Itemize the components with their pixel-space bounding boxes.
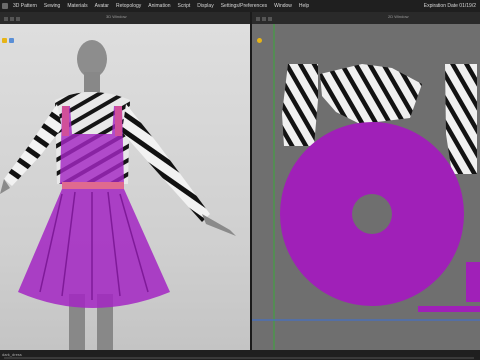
- 3d-tool-icon[interactable]: [4, 17, 8, 21]
- menu-help[interactable]: Help: [296, 3, 313, 9]
- menu-retopology[interactable]: Retopology: [113, 3, 145, 9]
- menu-avatar[interactable]: Avatar: [92, 3, 113, 9]
- 2d-viewport[interactable]: [252, 24, 480, 350]
- hand-right: [202, 214, 236, 236]
- dress-strap-right: [115, 106, 122, 136]
- 2d-tool-icon[interactable]: [262, 17, 266, 21]
- dress-strap-left: [62, 106, 69, 136]
- expiration-label: Expiration Date 01/19/2: [423, 3, 476, 9]
- pattern-strap[interactable]: [418, 306, 480, 312]
- bulb-icon[interactable]: [2, 38, 7, 43]
- timeline-track[interactable]: [4, 357, 474, 359]
- pattern-waistband[interactable]: [466, 262, 480, 302]
- menu-animation[interactable]: Animation: [145, 3, 174, 9]
- waistband: [62, 182, 124, 189]
- pattern-canvas: [252, 24, 480, 350]
- 3d-viewport[interactable]: [0, 24, 250, 350]
- menu-materials[interactable]: Materials: [64, 3, 91, 9]
- avatar-scene: [0, 40, 236, 350]
- menu-display[interactable]: Display: [194, 3, 217, 9]
- menu-settings[interactable]: Settings/Preferences: [218, 3, 271, 9]
- sleeve-left: [4, 104, 62, 186]
- sleeve-right: [122, 104, 210, 222]
- menu-bar: 3D Pattern Sewing Materials Avatar Retop…: [0, 0, 480, 12]
- 3d-tool-icon[interactable]: [16, 17, 20, 21]
- 3d-window-title: 3D Window: [106, 14, 127, 19]
- 2d-toolbar: [252, 12, 480, 24]
- menu-window[interactable]: Window: [271, 3, 296, 9]
- status-bar: dark_dress: [0, 350, 480, 360]
- pattern-top-back[interactable]: [320, 64, 422, 124]
- pattern-sleeve-right[interactable]: [445, 64, 477, 174]
- menu-3d-pattern[interactable]: 3D Pattern: [10, 3, 41, 9]
- 2d-tool-icon[interactable]: [268, 17, 272, 21]
- pattern-sleeve-left[interactable]: [282, 64, 318, 146]
- 2d-window-title: 2D Window: [388, 14, 409, 19]
- avatar-neck: [84, 72, 100, 92]
- pattern-skirt-waist-hole: [352, 194, 392, 234]
- menu-script[interactable]: Script: [175, 3, 195, 9]
- menu-sewing[interactable]: Sewing: [41, 3, 64, 9]
- app-logo-icon[interactable]: [2, 3, 8, 9]
- 3d-tool-icon[interactable]: [10, 17, 14, 21]
- 2d-tool-icon[interactable]: [256, 17, 260, 21]
- display-mode-icon[interactable]: [9, 38, 14, 43]
- bulb-icon[interactable]: [257, 38, 262, 43]
